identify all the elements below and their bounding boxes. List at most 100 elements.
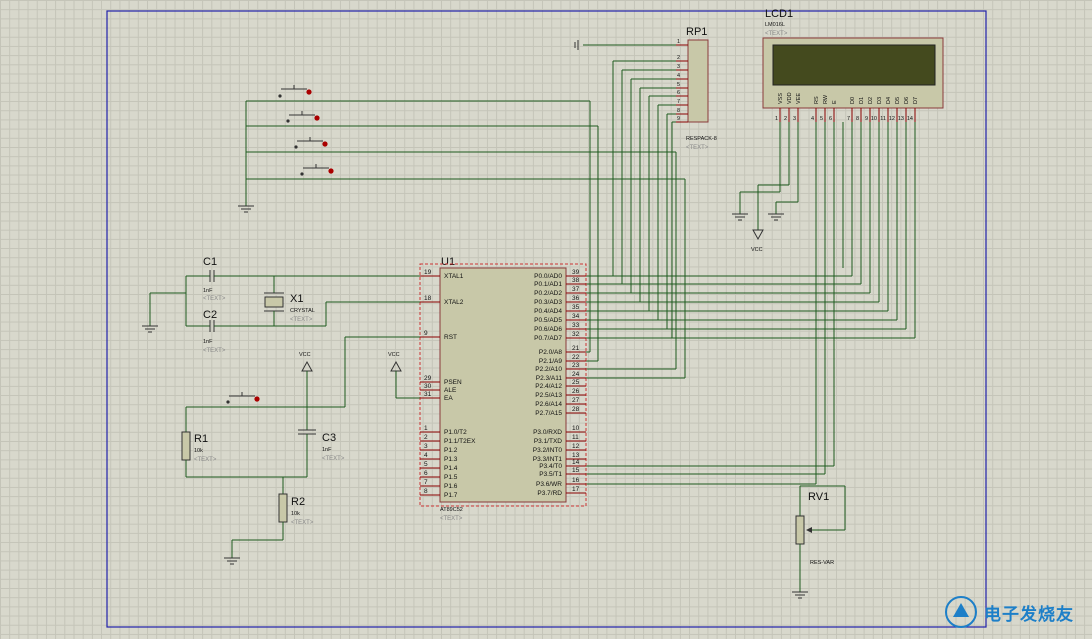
u1-pin-num: 39 [572, 269, 580, 276]
vcc-label: VCC [299, 352, 311, 358]
u1-pin-name: P1.7 [444, 492, 458, 499]
lcd1-pin-num: 7 [847, 116, 850, 122]
u1-pin-num: 27 [572, 397, 580, 404]
u1-pin-name: EA [444, 395, 453, 402]
u1-pin-name: P2.3/A11 [536, 375, 563, 382]
u1-pin-num: 37 [572, 286, 580, 293]
rp1-pin-num: 3 [677, 64, 680, 70]
u1-pin-num: 25 [572, 379, 580, 386]
rv1-potentiometer[interactable]: RV1 RES-VAR [792, 122, 846, 599]
u1-pin-name: P2.6/A14 [535, 401, 562, 408]
reset-circuit[interactable]: VCC C3 1nF <TEXT> R1 10k <TEXT> R2 10k <… [181, 336, 420, 565]
u1-pin-name: P3.1/TXD [534, 438, 562, 445]
u1-pin-name: P2.0/A8 [539, 349, 563, 356]
rp1-pin-num: 5 [677, 82, 680, 88]
r1-ref: R1 [194, 433, 208, 445]
rp1-value: RESPACK-8 [686, 136, 717, 142]
lcd1-pin-num: 1 [775, 116, 778, 122]
lcd1-pin-name: D0 [850, 97, 856, 104]
u1-pin-num: 32 [572, 331, 580, 338]
u1-pin-name: P0.6/AD6 [534, 326, 562, 333]
u1-pin-num: 16 [572, 477, 580, 484]
u1-pin-num: 35 [572, 304, 580, 311]
crystal-circuit[interactable]: C1 1nF <TEXT> C2 1nF <TEXT> X1 CRYSTAL <… [142, 256, 420, 354]
rp1-body [687, 39, 709, 123]
u1-pin-num: 24 [572, 371, 580, 378]
u1-pin-name: P2.5/A13 [535, 392, 562, 399]
u1-pin-num: 33 [572, 322, 580, 329]
rp1-pin-num: 8 [677, 108, 680, 114]
r1-text: <TEXT> [194, 457, 217, 463]
lcd1-ref: LCD1 [765, 8, 793, 20]
lcd1-pin-num: 5 [820, 116, 823, 122]
u1-pin-name: P1.4 [444, 465, 458, 472]
u1-pin-name: PSEN [444, 379, 462, 386]
lcd1-screen [772, 44, 936, 86]
lcd1-pin-name: D3 [877, 97, 883, 104]
u1-pin-name: P0.2/AD2 [534, 290, 562, 297]
lcd1-display[interactable]: LCD1 LM016L <TEXT> VSS 1 VDD 2 VEE 3 RS 4 RW 5 E 6 D… [762, 8, 944, 122]
rv1-ref: RV1 [808, 491, 829, 503]
u1-pin-name: P2.7/A15 [535, 410, 562, 417]
lcd1-pin-num: 3 [793, 116, 796, 122]
u1-text: <TEXT> [440, 516, 463, 522]
u1-pin-num: 18 [424, 295, 432, 302]
vcc-label: VCC [751, 247, 763, 253]
u1-pin-num: 34 [572, 313, 580, 320]
u1-pin-name: P0.1/AD1 [534, 281, 562, 288]
lcd1-pin-num: 2 [784, 116, 787, 122]
u1-pin-num: 36 [572, 295, 580, 302]
lcd1-pin-name: D5 [895, 97, 901, 104]
ground-symbol [224, 557, 240, 565]
lcd1-pin-name: VEE [796, 93, 802, 104]
rp1-pin-num: 4 [677, 73, 680, 79]
lcd1-pin-num: 12 [889, 116, 895, 122]
u1-pin-num: 31 [424, 391, 432, 398]
rp1-text: <TEXT> [686, 145, 709, 151]
u1-pin-num: 17 [572, 486, 580, 493]
u1-pin-name: P3.0/RXD [533, 429, 562, 436]
rp1-pin-num: 7 [677, 99, 680, 105]
u1-pin-name: P3.3/INT1 [533, 456, 563, 463]
u1-pin-name: P1.3 [444, 456, 458, 463]
lcd1-model: LM016L [765, 22, 785, 28]
u1-pin-name: P3.5/T1 [539, 471, 562, 478]
r1-value: 10k [194, 448, 203, 454]
lcd1-pin-name: D1 [859, 97, 865, 104]
u1-pin-name: XTAL1 [444, 273, 464, 280]
schematic-canvas: RP1 123456789 RESPACK-8 <TEXT> LCD1 LM01… [106, 8, 987, 628]
vcc-label: VCC [388, 352, 400, 358]
u1-pin-num: 15 [572, 467, 580, 474]
u1-pin-name: P2.4/A12 [535, 383, 562, 390]
button-2-pin-icon [314, 115, 320, 121]
lcd1-pin-name: RW [823, 94, 829, 104]
u1-pin-name: P3.4/T0 [539, 463, 562, 470]
lcd1-pin-name: VSS [778, 93, 784, 104]
u1-pin-num: 6 [424, 470, 428, 477]
u1-pin-name: P1.6 [444, 483, 458, 490]
c3-value: 1nF [322, 447, 332, 453]
reset-button-pin-icon [254, 396, 260, 402]
lcd1-pin-name: E [832, 100, 838, 104]
lcd1-text: <TEXT> [765, 31, 788, 37]
u1-ref: U1 [441, 256, 455, 268]
ground-symbol [238, 205, 254, 213]
u1-pin-name: P1.0/T2 [444, 429, 467, 436]
r2-text: <TEXT> [291, 520, 314, 526]
lcd1-pin-num: 11 [880, 116, 886, 122]
button-4-pin-icon [328, 168, 334, 174]
u1-mcu[interactable]: U1 19 XTAL1 18 XTAL2 9 RST 29 PSEN 30 ALE 31 EA 1 P1.… [419, 256, 587, 522]
button-3-pin-icon [322, 141, 328, 147]
u1-model: AT89C52 [440, 507, 463, 513]
x1-value: CRYSTAL [290, 308, 315, 314]
u1-pin-name: P2.1/A9 [539, 358, 563, 365]
c1-ref: C1 [203, 256, 217, 268]
lcd1-pin-num: 8 [856, 116, 859, 122]
u1-pin-num: 30 [424, 383, 432, 390]
c2-ref: C2 [203, 309, 217, 321]
c3-ref: C3 [322, 432, 336, 444]
u1-pin-num: 5 [424, 461, 428, 468]
lcd1-pin-num: 9 [865, 116, 868, 122]
u1-pin-num: 8 [424, 488, 428, 495]
lcd1-pin-name: D4 [886, 97, 892, 104]
